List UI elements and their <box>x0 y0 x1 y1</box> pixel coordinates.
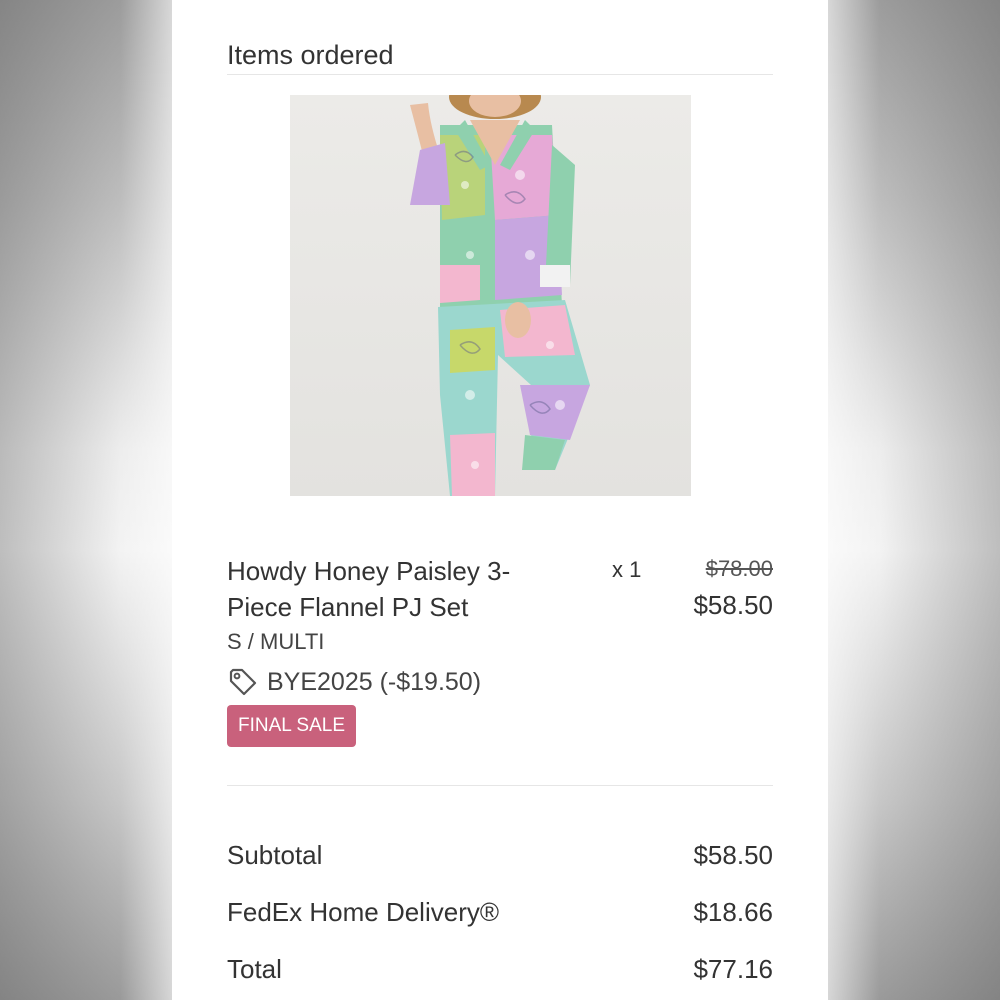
total-label: Total <box>227 954 282 984</box>
tag-icon <box>229 668 257 696</box>
item-name[interactable]: Howdy Honey Paisley 3-Piece Flannel PJ S… <box>227 553 557 625</box>
original-price: $78.00 <box>705 556 773 581</box>
title-divider <box>227 74 773 75</box>
shipping-row: FedEx Home Delivery® $18.66 <box>227 897 773 928</box>
background-blur-left <box>0 0 172 1000</box>
summary-divider <box>227 785 773 786</box>
total-row: Total $77.16 <box>227 954 773 985</box>
order-summary-panel: Items ordered Howdy Honey Paisley 3-Piec… <box>172 0 828 1000</box>
sale-price: $58.50 <box>693 590 773 620</box>
item-variant: S / MULTI <box>227 629 325 654</box>
product-image[interactable] <box>290 95 691 496</box>
subtotal-label: Subtotal <box>227 840 323 870</box>
shipping-value: $18.66 <box>693 897 773 927</box>
discount-code: BYE2025 (-$19.50) <box>267 667 482 696</box>
shipping-label: FedEx Home Delivery® <box>227 897 500 927</box>
background-blur-right <box>828 0 1000 1000</box>
product-photo-illustration <box>290 95 691 496</box>
section-title: Items ordered <box>227 40 394 70</box>
subtotal-value: $58.50 <box>693 840 773 870</box>
item-quantity: x 1 <box>612 557 642 582</box>
final-sale-badge: FINAL SALE <box>227 705 357 747</box>
subtotal-row: Subtotal $58.50 <box>227 840 773 871</box>
discount-line: BYE2025 (-$19.50) <box>227 666 481 698</box>
screenshot-stage: Items ordered Howdy Honey Paisley 3-Piec… <box>0 0 1000 1000</box>
total-value: $77.16 <box>693 954 773 984</box>
